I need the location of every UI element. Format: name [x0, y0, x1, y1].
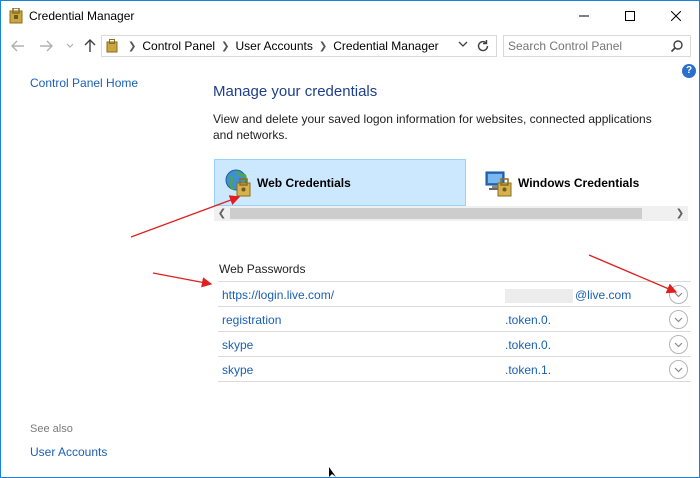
tab-web-credentials[interactable]: Web Credentials [214, 159, 466, 206]
windows-credentials-icon [485, 171, 512, 196]
minimize-button[interactable] [561, 1, 607, 31]
maximize-icon [625, 11, 635, 21]
recent-locations-button[interactable] [61, 38, 79, 54]
credential-user: .token.1. [505, 363, 552, 377]
up-arrow-icon [84, 39, 96, 52]
credential-manager-app-icon [9, 8, 23, 24]
back-arrow-icon [11, 40, 24, 52]
breadcrumb-user-accounts[interactable]: User Accounts [236, 39, 313, 53]
expand-credential-button[interactable] [669, 360, 688, 379]
credential-user: .token.0. [505, 338, 552, 352]
tab-windows-credentials-label: Windows Credentials [518, 175, 640, 190]
web-credentials-icon [225, 169, 251, 196]
window-title: Credential Manager [29, 9, 135, 23]
tab-web-credentials-label: Web Credentials [257, 175, 351, 190]
maximize-button[interactable] [607, 1, 653, 31]
title-bar: Credential Manager [1, 1, 699, 31]
search-icon[interactable] [670, 39, 684, 53]
expand-credential-button[interactable] [669, 310, 688, 329]
credential-type-tabs: Web Credentials Windows Credentials [214, 159, 688, 206]
breadcrumb-separator-icon[interactable]: ❯ [319, 41, 327, 52]
page-title: Manage your credentials [213, 83, 378, 100]
search-input[interactable] [508, 39, 664, 53]
address-bar: ❯ Control Panel ❯ User Accounts ❯ Creden… [1, 32, 699, 60]
horizontal-scrollbar[interactable]: ❮ ❯ [214, 206, 688, 221]
breadcrumb-separator-icon: ❯ [128, 40, 137, 52]
breadcrumb-control-panel[interactable]: Control Panel [142, 39, 215, 53]
up-button[interactable] [81, 38, 99, 54]
minimize-icon [579, 15, 589, 17]
tab-windows-credentials[interactable]: Windows Credentials [476, 159, 688, 206]
redacted-username [505, 288, 573, 303]
scroll-left-icon[interactable]: ❮ [215, 207, 229, 220]
web-passwords-heading: Web Passwords [219, 262, 306, 276]
see-also-label: See also [30, 423, 73, 435]
credential-user: .token.0. [505, 313, 552, 327]
breadcrumb-separator-icon[interactable]: ❯ [221, 41, 229, 52]
help-button[interactable]: ? [682, 64, 696, 78]
breadcrumb: ❯ Control Panel ❯ User Accounts ❯ Creden… [122, 39, 439, 53]
page-description: View and delete your saved logon informa… [213, 112, 652, 142]
expand-credential-button[interactable] [669, 285, 688, 304]
forward-button[interactable] [37, 38, 55, 54]
credential-row[interactable]: skype .token.1. [218, 357, 691, 382]
chevron-down-icon [674, 342, 683, 347]
credential-address[interactable]: https://login.live.com/ [222, 288, 334, 302]
web-passwords-list: https://login.live.com/ @live.com regist… [218, 281, 691, 382]
credential-address[interactable]: skype [222, 363, 253, 377]
scroll-right-icon[interactable]: ❯ [673, 207, 687, 220]
back-button[interactable] [9, 38, 27, 54]
refresh-icon[interactable] [475, 38, 491, 54]
user-accounts-link[interactable]: User Accounts [30, 445, 107, 459]
breadcrumb-credential-manager[interactable]: Credential Manager [333, 39, 438, 53]
chevron-down-icon [674, 317, 683, 322]
close-button[interactable] [653, 1, 699, 31]
expand-credential-button[interactable] [669, 335, 688, 354]
forward-arrow-icon [40, 40, 53, 52]
control-panel-home-link[interactable]: Control Panel Home [30, 76, 138, 90]
question-mark-icon: ? [685, 65, 693, 76]
mouse-cursor-icon [329, 467, 336, 477]
credential-row[interactable]: https://login.live.com/ @live.com [218, 282, 691, 307]
credential-row[interactable]: skype .token.0. [218, 332, 691, 357]
search-box[interactable] [503, 35, 691, 57]
chevron-down-icon [66, 43, 74, 48]
close-icon [671, 11, 681, 21]
credential-user: @live.com [505, 288, 631, 303]
left-navigation-pane: Control Panel Home See also User Account… [1, 61, 201, 478]
chevron-down-icon [674, 367, 683, 372]
address-field[interactable]: ❯ Control Panel ❯ User Accounts ❯ Creden… [101, 35, 497, 57]
control-panel-location-icon [106, 39, 118, 53]
address-dropdown-icon[interactable] [458, 40, 468, 48]
scrollbar-thumb[interactable] [230, 208, 642, 219]
chevron-down-icon [674, 292, 683, 297]
credential-row[interactable]: registration .token.0. [218, 307, 691, 332]
credential-address[interactable]: skype [222, 338, 253, 352]
credential-address[interactable]: registration [222, 313, 281, 327]
credential-user-text: @live.com [575, 288, 632, 302]
credential-manager-window: Credential Manager ❯ Control Panel ❯ Use… [0, 0, 700, 478]
